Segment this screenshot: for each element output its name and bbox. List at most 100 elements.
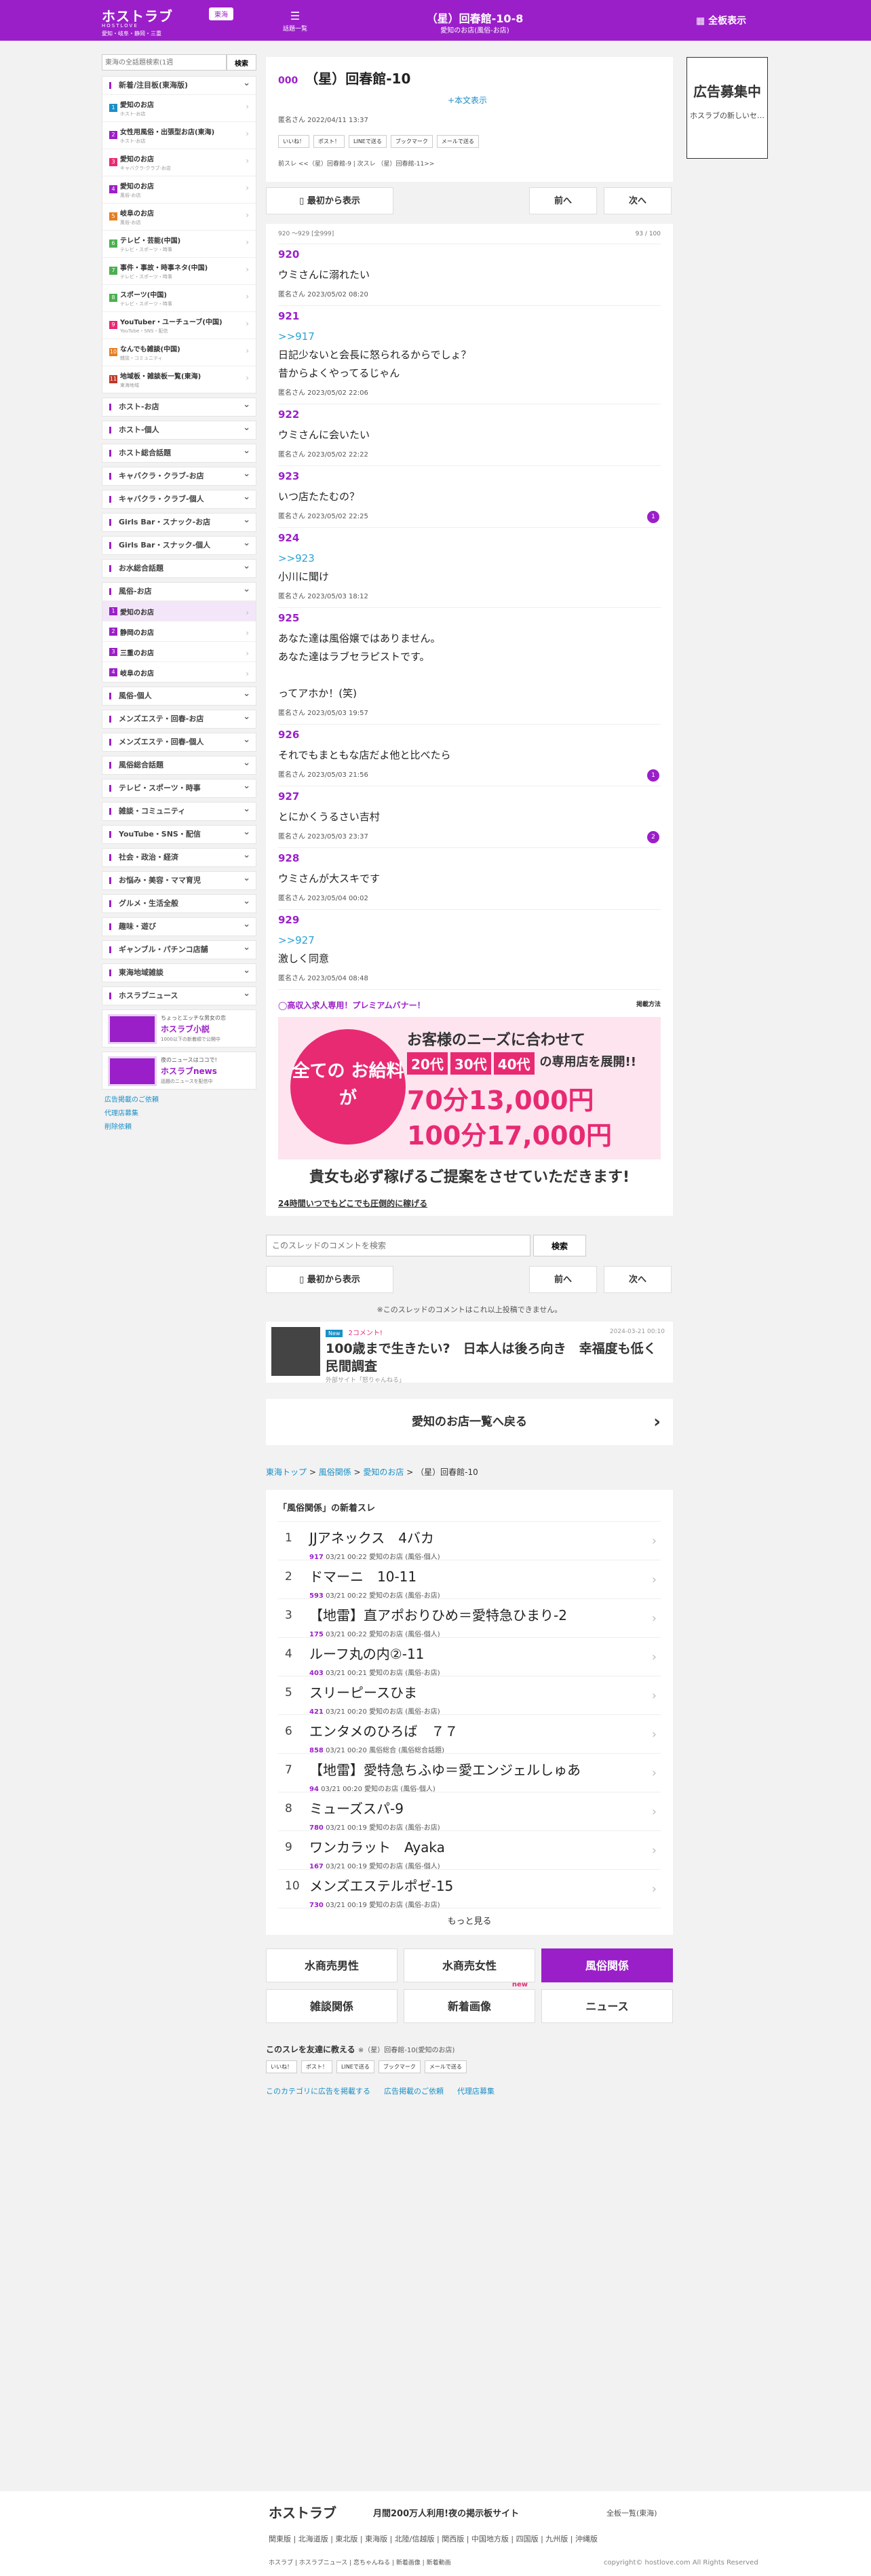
post-number[interactable]: 926: [278, 729, 661, 741]
post-number[interactable]: 925: [278, 612, 661, 624]
reply-count-badge[interactable]: 1: [647, 511, 659, 523]
category-button-new-images[interactable]: 新着画像 new: [404, 1981, 535, 2023]
show-from-start-button[interactable]: ▯ 最初から表示: [266, 1266, 393, 1293]
thread-list-item[interactable]: 3 【地雷】直アポおりひめ＝愛特急ひまり-2 175 03/21 00:22 愛知の…: [278, 1598, 661, 1638]
post-number[interactable]: 920: [278, 248, 661, 261]
next-button[interactable]: 次へ: [604, 187, 672, 214]
sidebar-category-header[interactable]: ホスト-お店: [102, 396, 256, 416]
like-button[interactable]: いいね！: [278, 135, 309, 148]
sidebar-category-header[interactable]: ホスト総合話題: [102, 442, 256, 462]
prev-next-threads[interactable]: 前スレ <<（星）回春館-9 | 次スレ （星）回春館-11>>: [278, 159, 661, 168]
sidebar-featured-item[interactable]: 4 愛知のお店 風俗-お店 ›: [102, 176, 256, 203]
topic-list-button[interactable]: ☰ 話題一覧: [279, 9, 311, 33]
sidebar-category-header[interactable]: メンズエステ・回春-お店: [102, 708, 256, 728]
category-button[interactable]: 水商売男性: [266, 1948, 398, 1982]
right-ad-banner[interactable]: 広告募集中 ホスラブの新しいセ…: [686, 57, 768, 159]
breadcrumb-board[interactable]: 愛知のお店: [363, 1467, 404, 1477]
breadcrumb-category[interactable]: 風俗関係: [319, 1467, 351, 1477]
post-number[interactable]: 922: [278, 408, 661, 421]
sidebar-featured-item[interactable]: 3 愛知のお店 キャバクラ-クラブ-お店 ›: [102, 149, 256, 176]
sidebar-featured-item[interactable]: 2 女性用風俗・出張型お店(東海) ホスト-お店 ›: [102, 121, 256, 149]
back-to-list-button[interactable]: 愛知のお店一覧へ戻る: [266, 1399, 673, 1445]
footer-icons[interactable]: ホスラブ | ホスラブニュース | 恋ちゃんねる | 新着画像 | 新着動画: [269, 2558, 451, 2567]
like-button[interactable]: いいね！: [266, 2060, 297, 2073]
agency-link[interactable]: 代理店募集: [102, 1107, 256, 1117]
bookmark-button[interactable]: ブックマーク: [390, 135, 433, 148]
prev-button[interactable]: 前へ: [529, 1266, 597, 1293]
mail-button[interactable]: メールで送る: [424, 2060, 467, 2073]
sidebar-featured-item[interactable]: 1 愛知のお店 ホスト-お店 ›: [102, 94, 256, 121]
sidebar-category-header[interactable]: メンズエステ・回春-個人: [102, 731, 256, 751]
footer-regions[interactable]: 関東版 | 北海道版 | 東北版 | 東海版 | 北陸/信越版 | 関西版 | …: [269, 2533, 598, 2544]
premium-sub[interactable]: 24時間いつでもどこでも圧倒的に稼げる: [278, 1197, 661, 1209]
show-from-start-button[interactable]: ▯ 最初から表示: [266, 187, 393, 214]
sidebar-featured-item[interactable]: 11 地域板・雑談板一覧(東海) 東海地域 ›: [102, 366, 256, 393]
post-number[interactable]: 921: [278, 310, 661, 322]
sidebar-featured-item[interactable]: 8 スポーツ(中国) テレビ・スポーツ・時事 ›: [102, 284, 256, 311]
post-button[interactable]: ポスト！: [301, 2060, 332, 2073]
sidebar-category-header[interactable]: お悩み・美容・ママ育児: [102, 870, 256, 889]
sidebar-category-header[interactable]: 雑談・コミュニティ: [102, 801, 256, 820]
sidebar-fuzoku-item[interactable]: 3 三重のお店 ›: [102, 641, 256, 661]
sidebar-search-input[interactable]: [102, 54, 227, 71]
sidebar-category-header[interactable]: キャバクラ・クラブ-お店: [102, 465, 256, 485]
thread-list-item[interactable]: 8 ミューズスパ-9 780 03/21 00:19 愛知のお店 (風俗-お店) ›: [278, 1792, 661, 1832]
post-number[interactable]: 927: [278, 790, 661, 803]
more-button[interactable]: もっと見る: [278, 1908, 661, 1935]
premium-banner[interactable]: 全ての お給料が お客様のニーズに合わせて 20代 30代 40代 の専用店を展…: [278, 1017, 661, 1159]
sidebar-featured-item[interactable]: 9 YouTuber・ユーチューブ(中国) YouTube・SNS・配信 ›: [102, 311, 256, 339]
sidebar-featured-item[interactable]: 10 なんでも雑談(中国) 雑談・コミュニティ ›: [102, 339, 256, 366]
sidebar-featured-item[interactable]: 5 岐阜のお店 風俗-お店 ›: [102, 203, 256, 230]
sidebar-category-header[interactable]: 風俗総合話題: [102, 754, 256, 774]
sidebar-category-header[interactable]: ホスラブニュース: [102, 985, 256, 1005]
thread-list-item[interactable]: 6 エンタメのひろば ７７ 858 03/21 00:20 風俗総合 (風俗総合話題…: [278, 1714, 661, 1754]
category-button[interactable]: 雑談関係: [266, 1989, 398, 2023]
sidebar-category-header[interactable]: 社会・政治・経済: [102, 847, 256, 866]
sidebar-fuzoku-item[interactable]: 4 岐阜のお店 ›: [102, 661, 256, 682]
agency-link[interactable]: 代理店募集: [457, 2085, 495, 2096]
reply-anchor[interactable]: >>923: [278, 550, 661, 568]
bookmark-button[interactable]: ブックマーク: [378, 2060, 421, 2073]
post-number[interactable]: 929: [278, 914, 661, 926]
thread-list-item[interactable]: 5 スリーピースひま 421 03/21 00:20 愛知のお店 (風俗-お店) ›: [278, 1676, 661, 1716]
sidebar-category-header[interactable]: 趣味・遊び: [102, 916, 256, 936]
premium-method-link[interactable]: 掲載方法: [636, 999, 661, 1008]
footer-logo[interactable]: ホストラブ: [269, 2502, 336, 2522]
show-body-link[interactable]: +本文表示: [448, 94, 661, 106]
reply-count-badge[interactable]: 2: [647, 831, 659, 843]
sidebar-category-header[interactable]: テレビ・スポーツ・時事: [102, 777, 256, 797]
ad-request-link[interactable]: 広告掲載のご依頼: [384, 2085, 444, 2096]
thread-list-item[interactable]: 1 JJアネックス 4バカ 917 03/21 00:22 愛知のお店 (風俗-個人…: [278, 1521, 661, 1561]
sidebar-category-header[interactable]: キャバクラ・クラブ-個人: [102, 488, 256, 508]
sidebar-category-header[interactable]: Girls Bar・スナック-個人: [102, 535, 256, 554]
sidebar-fuzoku-item[interactable]: 1 愛知のお店 ›: [102, 600, 256, 621]
featured-boards-title[interactable]: 新着/注目板(東海版): [102, 75, 256, 94]
sidebar-featured-item[interactable]: 6 テレビ・芸能(中国) テレビ・スポーツ・時事 ›: [102, 230, 256, 257]
thread-list-item[interactable]: 10 メンズエステルポゼ-15 730 03/21 00:19 愛知のお店 (風俗-…: [278, 1869, 661, 1909]
sidebar-category-header[interactable]: YouTube・SNS・配信: [102, 824, 256, 843]
news-card[interactable]: New 2コメント! 2024-03-21 00:10 100歳まで生きたい? 日…: [266, 1322, 673, 1384]
sidebar-category-header[interactable]: 東海地域雑談: [102, 962, 256, 982]
sidebar-search-button[interactable]: 検索: [227, 54, 256, 71]
comment-search-button[interactable]: 検索: [533, 1235, 586, 1256]
footer-all-boards[interactable]: 全板一覧(東海): [606, 2507, 657, 2518]
fuzoku-shop-title[interactable]: 風俗-お店: [102, 581, 256, 600]
site-logo[interactable]: ホストラブ: [102, 5, 173, 25]
post-button[interactable]: ポスト！: [313, 135, 345, 148]
reply-anchor[interactable]: >>917: [278, 328, 661, 346]
category-button[interactable]: ニュース: [541, 1989, 673, 2023]
prev-button[interactable]: 前へ: [529, 187, 597, 214]
reply-count-badge[interactable]: 1: [647, 769, 659, 782]
category-ad-link[interactable]: このカテゴリに広告を掲載する: [266, 2085, 370, 2096]
line-button[interactable]: LINEで送る: [336, 2060, 374, 2073]
line-button[interactable]: LINEで送る: [349, 135, 387, 148]
thread-list-item[interactable]: 4 ルーフ丸の内②-11 403 03/21 00:21 愛知のお店 (風俗-お店)…: [278, 1637, 661, 1677]
sidebar-banner[interactable]: 夜のニュースはココで! ホスラブnews 話題のニュースを配信中: [102, 1052, 256, 1090]
sidebar-category-header[interactable]: 風俗-個人: [102, 685, 256, 705]
category-button[interactable]: 風俗関係: [541, 1948, 673, 1982]
thread-list-item[interactable]: 9 ワンカラット Ayaka 167 03/21 00:19 愛知のお店 (風俗-個…: [278, 1830, 661, 1870]
thread-list-item[interactable]: 2 ドマーニ 10-11 593 03/21 00:22 愛知のお店 (風俗-お店)…: [278, 1560, 661, 1600]
sidebar-featured-item[interactable]: 7 事件・事故・時事ネタ(中国) テレビ・スポーツ・時事 ›: [102, 257, 256, 284]
mail-button[interactable]: メールで送る: [436, 135, 479, 148]
reply-anchor[interactable]: >>927: [278, 931, 661, 950]
